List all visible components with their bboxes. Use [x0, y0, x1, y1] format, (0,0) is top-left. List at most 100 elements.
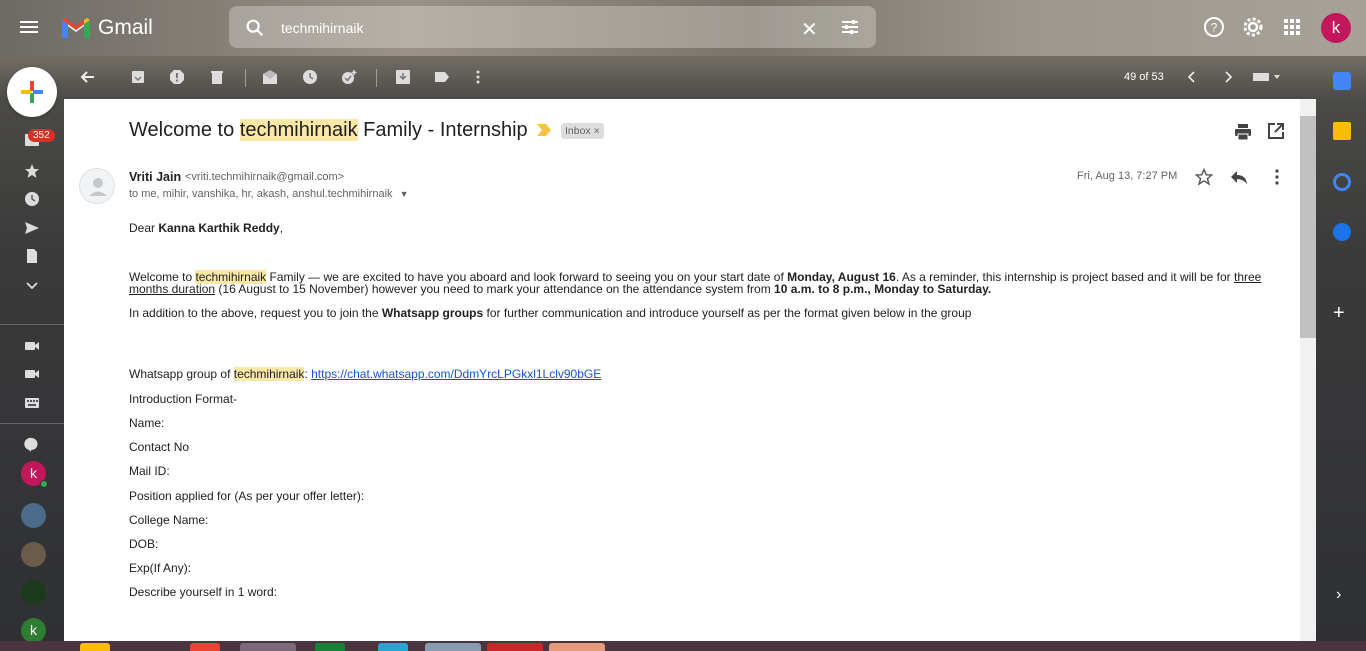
back-arrow-icon[interactable] — [80, 69, 96, 85]
taskbar-app[interactable] — [190, 643, 220, 651]
taskbar-app[interactable] — [240, 643, 296, 651]
contacts-icon[interactable] — [1333, 223, 1351, 241]
contact-avatar[interactable] — [21, 542, 46, 567]
toolbar-divider — [376, 69, 377, 87]
gmail-logo[interactable]: Gmail — [60, 14, 153, 42]
taskbar-app[interactable] — [549, 643, 605, 651]
keyboard-icon[interactable] — [24, 395, 40, 411]
gmail-m-icon — [62, 18, 90, 38]
label-icon[interactable] — [434, 69, 450, 85]
contact-avatar[interactable] — [21, 580, 46, 605]
star-icon[interactable] — [1195, 168, 1213, 186]
body-text: In addition to the above, request you to… — [129, 306, 382, 320]
expand-panel-icon[interactable]: › — [1336, 586, 1341, 604]
toolbar-divider — [245, 69, 246, 87]
search-highlight: techmihirnaik — [233, 367, 305, 381]
open-new-window-icon[interactable] — [1267, 122, 1285, 140]
meet-new-meeting-icon[interactable] — [24, 338, 40, 354]
sender-avatar[interactable] — [79, 168, 115, 204]
mark-unread-icon[interactable] — [262, 69, 278, 85]
keep-icon[interactable] — [1333, 122, 1351, 140]
inbox-unread-badge: 352 — [28, 129, 55, 142]
newer-chevron-icon[interactable] — [1184, 69, 1200, 85]
search-icon[interactable] — [244, 17, 266, 39]
format-field: DOB: — [129, 537, 159, 551]
nav-divider — [0, 324, 64, 325]
subject-text: Family - Internship — [357, 119, 528, 141]
format-field: College Name: — [129, 513, 209, 527]
format-field: Position applied for (As per your offer … — [129, 489, 365, 503]
taskbar-app[interactable] — [315, 643, 345, 651]
meet-join-icon[interactable] — [24, 366, 40, 382]
account-avatar[interactable]: k — [1321, 13, 1351, 43]
recipients: to me, mihir, vanshika, hr, akash, anshu… — [129, 188, 409, 200]
format-field: Contact No — [129, 440, 190, 454]
delete-icon[interactable] — [209, 69, 225, 85]
important-marker-icon[interactable] — [537, 124, 551, 136]
whatsapp-link[interactable]: https://chat.whatsapp.com/DdmYrcLPGkxl1L… — [311, 367, 601, 381]
tasks-icon[interactable] — [1333, 173, 1351, 191]
apps-grid-icon[interactable] — [1280, 15, 1304, 39]
whatsapp-line: Whatsapp group of techmihirnaik: https:/… — [129, 367, 601, 381]
more-chevron-icon[interactable] — [24, 277, 40, 293]
older-chevron-icon[interactable] — [1220, 69, 1236, 85]
format-field: Name: — [129, 416, 165, 430]
greeting: Dear Kanna Karthik Reddy, — [129, 222, 283, 234]
print-icon[interactable] — [1234, 123, 1252, 141]
format-title: Introduction Format- — [129, 392, 238, 406]
hangouts-icon[interactable] — [24, 437, 40, 453]
help-icon[interactable]: ? — [1202, 15, 1226, 39]
sent-icon[interactable] — [24, 220, 40, 236]
taskbar-app[interactable] — [487, 643, 543, 651]
subject-text: Welcome to — [129, 119, 240, 141]
message-more-icon[interactable] — [1268, 168, 1286, 186]
search-input[interactable]: techmihirnaik — [281, 20, 363, 36]
add-addon-icon[interactable]: + — [1333, 302, 1345, 325]
archive-icon[interactable] — [130, 69, 146, 85]
taskbar-app[interactable] — [378, 643, 408, 651]
side-panel — [1316, 56, 1366, 641]
svg-text:?: ? — [1211, 21, 1218, 35]
email-subject: Welcome to techmihirnaik Family - Intern… — [129, 119, 528, 142]
snooze-icon[interactable] — [302, 69, 318, 85]
format-field: Mail ID: — [129, 464, 170, 478]
input-tools-icon[interactable] — [1252, 69, 1284, 85]
sender-name[interactable]: Vriti Jain — [129, 170, 181, 184]
contact-avatar[interactable]: k — [21, 618, 46, 643]
compose-plus-icon — [21, 81, 43, 103]
main-menu-icon[interactable] — [20, 18, 44, 38]
recipients-text: to me, mihir, vanshika, hr, akash, anshu… — [129, 188, 393, 200]
remove-label-icon[interactable]: × — [594, 125, 600, 137]
default-person-icon — [89, 178, 107, 196]
compose-button[interactable] — [7, 67, 57, 117]
email-date: Fri, Aug 13, 7:27 PM — [1077, 170, 1178, 182]
welcome-paragraph: Welcome to techmihirnaik Family — we are… — [129, 270, 1279, 295]
settings-icon[interactable] — [1241, 15, 1265, 39]
contact-avatar[interactable] — [21, 503, 46, 528]
format-field: Exp(If Any): — [129, 561, 192, 575]
format-field: Describe yourself in 1 word: — [129, 585, 278, 599]
body-text: Whatsapp group of — [129, 367, 234, 381]
label-text: Inbox — [565, 125, 591, 137]
calendar-icon[interactable] — [1333, 72, 1351, 90]
taskbar-app[interactable] — [80, 643, 110, 651]
whatsapp-groups-text: Whatsapp groups — [381, 306, 484, 320]
gmail-wordmark: Gmail — [98, 16, 153, 39]
drafts-icon[interactable] — [24, 248, 40, 264]
scrollbar-thumb[interactable] — [1300, 116, 1316, 338]
search-options-icon[interactable] — [840, 17, 860, 37]
subject-highlight: techmihirnaik — [239, 119, 358, 141]
snoozed-icon[interactable] — [24, 191, 40, 207]
clear-search-icon[interactable]: ✕ — [801, 17, 818, 42]
sender-email: <vriti.techmihirnaik@gmail.com> — [185, 171, 345, 183]
more-options-icon[interactable] — [470, 69, 486, 85]
starred-icon[interactable] — [24, 163, 40, 179]
details-dropdown-icon[interactable]: ▼ — [400, 189, 409, 199]
add-to-tasks-icon[interactable] — [341, 69, 357, 85]
reply-icon[interactable] — [1230, 168, 1248, 186]
inbox-label-chip[interactable]: Inbox × — [561, 123, 604, 139]
nav-divider — [0, 423, 64, 424]
taskbar-app[interactable] — [425, 643, 481, 651]
report-spam-icon[interactable] — [169, 69, 185, 85]
move-to-icon[interactable] — [395, 69, 411, 85]
